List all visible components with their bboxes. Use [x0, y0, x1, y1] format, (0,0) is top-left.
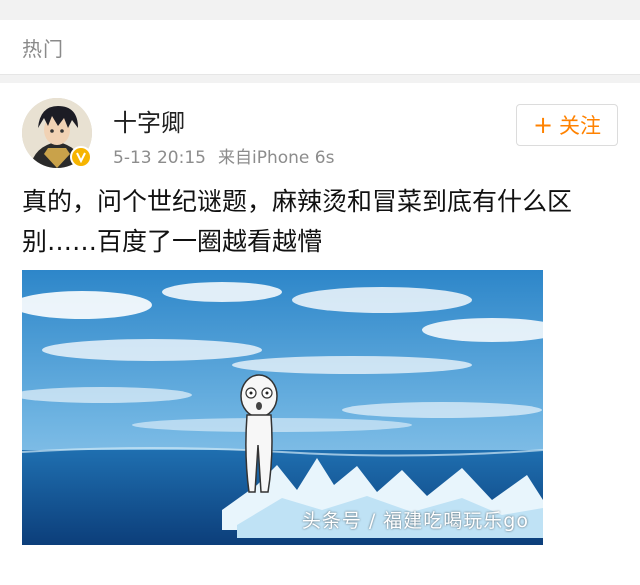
verified-badge-icon [70, 146, 92, 168]
post-card: 十字卿 5-13 20:15 来自iPhone 6s + 关注 真的，问个世纪谜题… [0, 83, 640, 585]
section-header: 热门 [0, 20, 640, 75]
section-title: 热门 [22, 37, 64, 61]
watermark: 头条号 / 福建吃喝玩乐go [301, 510, 529, 532]
divider [0, 75, 640, 83]
plus-icon: + [532, 111, 554, 139]
follow-label: 关注 [559, 114, 602, 138]
follow-button[interactable]: + 关注 [516, 104, 618, 146]
meme-image [22, 270, 543, 545]
post-time: 5-13 20:15 [113, 148, 206, 168]
top-spacer [0, 0, 640, 20]
post-meta: 5-13 20:15 来自iPhone 6s [113, 143, 334, 168]
username[interactable]: 十字卿 [113, 103, 185, 138]
post-text: 真的，问个世纪谜题，麻辣烫和冒菜到底有什么区别……百度了一圈越看越懵 [22, 187, 573, 256]
post-source: 来自iPhone 6s [217, 148, 335, 168]
post-image[interactable]: 头条号 / 福建吃喝玩乐go [22, 270, 543, 545]
